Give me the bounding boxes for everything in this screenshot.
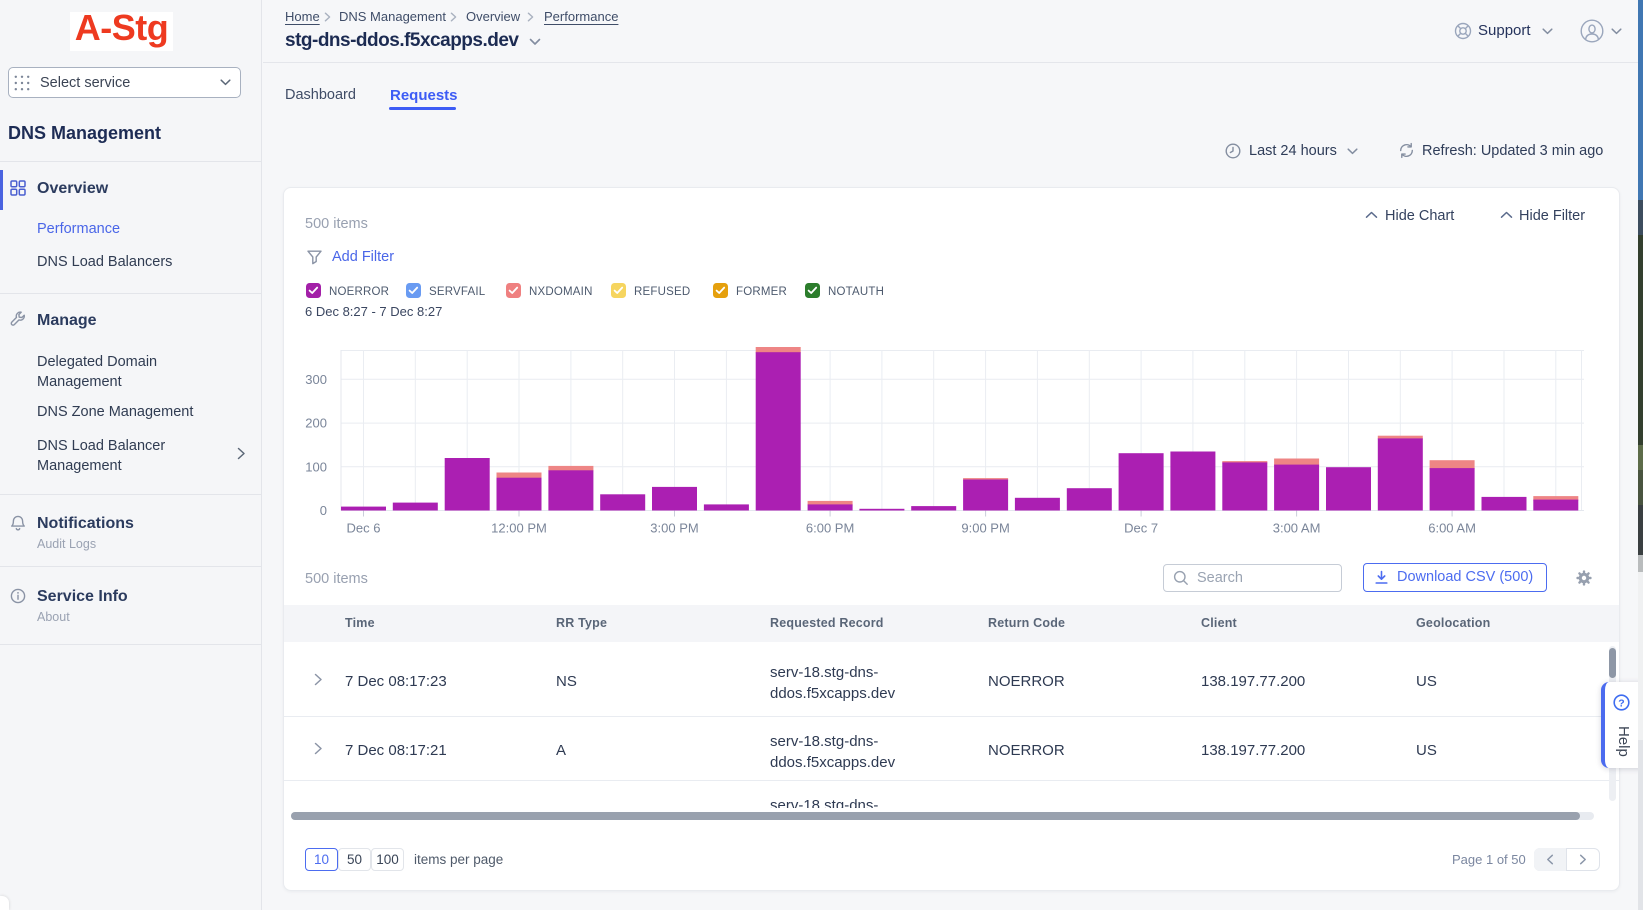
svg-text:3:00 AM: 3:00 AM — [1273, 521, 1321, 536]
svg-text:9:00 PM: 9:00 PM — [961, 521, 1009, 536]
svg-text:Dec 6: Dec 6 — [347, 521, 381, 536]
svg-text:Dec 7: Dec 7 — [1124, 521, 1158, 536]
svg-text:12:00 PM: 12:00 PM — [491, 521, 547, 536]
svg-text:3:00 PM: 3:00 PM — [650, 521, 698, 536]
svg-text:100: 100 — [305, 459, 327, 474]
svg-text:200: 200 — [305, 416, 327, 431]
svg-text:6:00 AM: 6:00 AM — [1428, 521, 1476, 536]
svg-text:?: ? — [1618, 697, 1624, 709]
svg-text:0: 0 — [320, 503, 327, 518]
svg-text:6:00 PM: 6:00 PM — [806, 521, 854, 536]
svg-text:300: 300 — [305, 372, 327, 387]
